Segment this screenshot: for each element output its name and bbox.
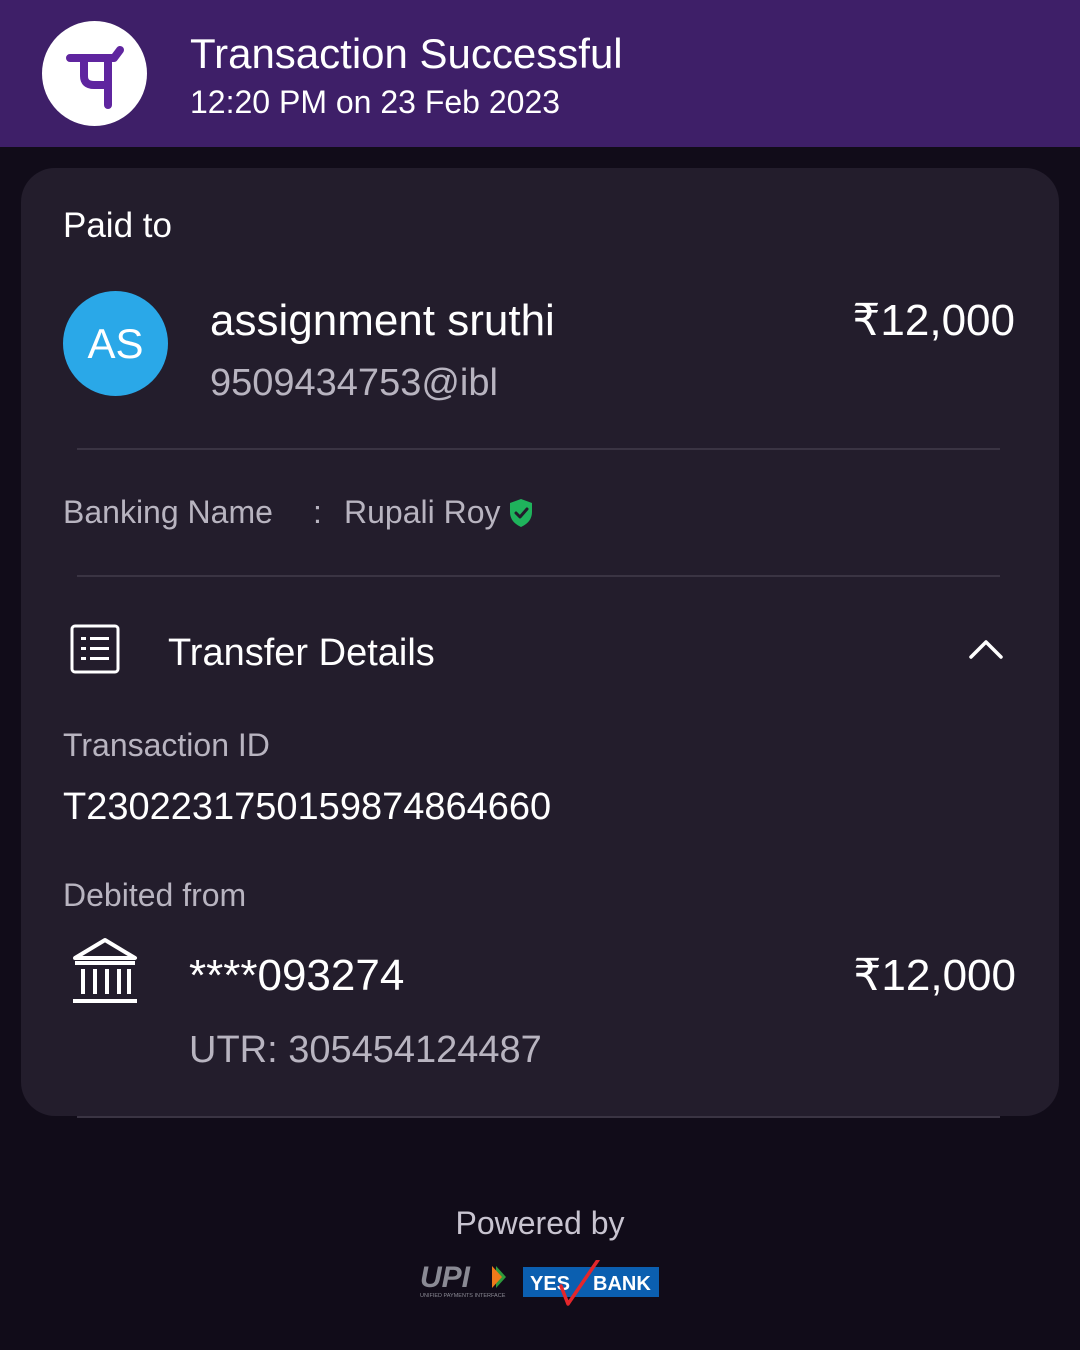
transfer-details-title[interactable]: Transfer Details bbox=[168, 631, 435, 675]
divider bbox=[77, 448, 1000, 450]
transaction-datetime: 12:20 PM on 23 Feb 2023 bbox=[190, 84, 561, 120]
paid-amount: ₹12,000 bbox=[852, 296, 1015, 345]
debit-account-number: ****093274 bbox=[189, 951, 405, 1000]
phonepe-logo bbox=[42, 21, 147, 126]
transaction-status-title: Transaction Successful bbox=[190, 30, 623, 77]
bank-logo-right: BANK bbox=[593, 1273, 651, 1295]
yes-bank-logo: YES BANK bbox=[523, 1258, 659, 1311]
payee-name: assignment sruthi bbox=[210, 296, 555, 345]
transaction-id-value[interactable]: T2302231750159874864660 bbox=[63, 785, 551, 829]
chevron-up-icon[interactable] bbox=[966, 633, 1006, 668]
bank-icon bbox=[71, 936, 139, 1013]
upi-logo: UPI UNIFIED PAYMENTS INTERFACE bbox=[418, 1260, 514, 1305]
document-list-icon bbox=[69, 623, 121, 680]
divider bbox=[77, 1116, 1000, 1118]
header-bar: Transaction Successful 12:20 PM on 23 Fe… bbox=[0, 0, 1080, 147]
upi-tagline: UNIFIED PAYMENTS INTERFACE bbox=[420, 1293, 506, 1299]
transaction-id-label: Transaction ID bbox=[63, 727, 270, 763]
transaction-card: Paid to AS assignment sruthi 9509434753@… bbox=[21, 168, 1059, 1116]
debited-from-label: Debited from bbox=[63, 877, 247, 913]
banking-name-value: Rupali Roy bbox=[344, 494, 501, 530]
upi-logo-text: UPI bbox=[420, 1261, 471, 1294]
payee-avatar: AS bbox=[63, 291, 168, 396]
verified-shield-icon bbox=[508, 498, 534, 533]
paid-to-label: Paid to bbox=[63, 206, 172, 245]
powered-by-label: Powered by bbox=[455, 1205, 625, 1241]
payee-upi-id: 9509434753@ibl bbox=[210, 362, 498, 404]
banking-name-separator: : bbox=[313, 494, 322, 530]
divider bbox=[77, 575, 1000, 577]
utr-number[interactable]: UTR: 305454124487 bbox=[189, 1028, 542, 1072]
debited-amount: ₹12,000 bbox=[853, 951, 1016, 1000]
banking-name-label: Banking Name bbox=[63, 494, 273, 530]
